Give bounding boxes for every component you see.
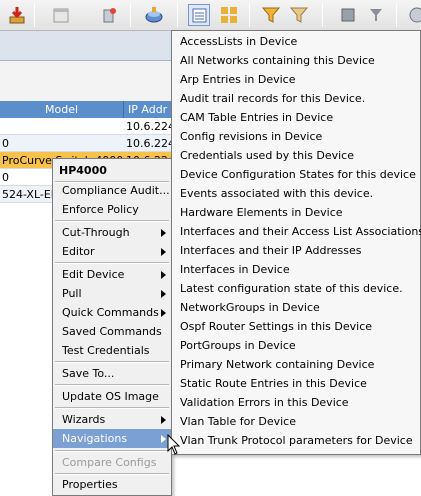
submenu-item[interactable]: CAM Table Entries in Device [172,108,420,127]
menu-item-pull[interactable]: Pull [53,284,171,303]
list-view-icon[interactable] [188,4,210,26]
submenu-item[interactable]: Vlan Table for Device [172,412,420,431]
chevron-right-icon [161,416,166,424]
submenu-item[interactable]: NetworkGroups in Device [172,298,420,317]
menu-item-enforce-policy[interactable]: Enforce Policy [53,200,171,219]
submenu-item[interactable]: Interfaces and their Access List Associa… [172,222,421,241]
submenu-item[interactable]: Events associated with this device. [172,184,420,203]
globe-icon[interactable] [405,4,421,26]
menu-item-update-os-image[interactable]: Update OS Image [53,387,171,406]
menu-separator [55,361,169,363]
submenu-item[interactable]: PortGroups in Device [172,336,420,355]
menu-separator [55,220,169,222]
submenu-item[interactable]: Static Route Entries in this Device [172,374,420,393]
calendar-icon[interactable] [50,4,72,26]
submenu-item[interactable]: Credentials used by this Device [172,146,420,165]
filter-clear-icon[interactable] [288,4,310,26]
chevron-right-icon [161,309,166,317]
submenu-item[interactable]: Audit trail records for this Device. [172,89,420,108]
menu-separator [55,450,169,452]
panel-header [0,31,175,61]
device-add-icon[interactable] [98,4,120,26]
column-header-model[interactable]: Model [0,101,124,118]
menu-item-saved-commands[interactable]: Saved Commands [53,322,171,341]
column-header-ip[interactable]: IP Addr [124,101,175,118]
panel-body [0,61,175,101]
table-cell-ip[interactable]: 10.6.224. [124,118,175,135]
mouse-pointer-icon [167,434,181,455]
toolbar [0,0,421,31]
grid-view-icon[interactable] [218,4,240,26]
submenu-item[interactable]: Ospf Router Settings in this Device [172,317,420,336]
network-icon[interactable] [143,4,165,26]
chevron-right-icon [161,229,166,237]
menu-item-compliance-audit[interactable]: Compliance Audit... [53,181,171,200]
table-cell-model[interactable]: 0 [0,135,124,152]
menu-separator [55,407,169,409]
submenu-item[interactable]: Interfaces and their IP Addresses [172,241,420,260]
menu-separator [55,384,169,386]
menu-item-navigations[interactable]: Navigations [53,429,171,448]
menu-item-quick-commands[interactable]: Quick Commands [53,303,171,322]
submenu-item[interactable]: Config revisions in Device [172,127,420,146]
context-menu: HP4000 Compliance Audit... Enforce Polic… [52,158,172,496]
menu-item-properties[interactable]: Properties [53,475,171,494]
submenu-item[interactable]: Latest configuration state of this devic… [172,279,420,298]
navigations-submenu: AccessLists in Device All Networks conta… [171,30,421,455]
context-menu-title: HP4000 [59,164,107,177]
table-cell-model[interactable] [0,118,124,135]
submenu-item[interactable]: Hardware Elements in Device [172,203,420,222]
filter-icon[interactable] [260,4,282,26]
submenu-item[interactable]: Device Configuration States for this dev… [172,165,420,184]
chevron-right-icon [161,290,166,298]
chevron-right-icon [161,248,166,256]
tree-filter-icon[interactable] [365,4,387,26]
submenu-item[interactable]: AccessLists in Device [172,32,420,51]
menu-item-compare-configs: Compare Configs [62,456,157,469]
menu-separator [55,262,169,264]
menu-item-editor[interactable]: Editor [53,242,171,261]
panel-icon[interactable] [337,4,359,26]
submenu-item[interactable]: Vlan Trunk Protocol parameters for Devic… [172,431,420,450]
submenu-item[interactable]: Primary Network containing Device [172,355,420,374]
menu-item-edit-device[interactable]: Edit Device [53,265,171,284]
submenu-item[interactable]: All Networks containing this Device [172,51,420,70]
download-icon[interactable] [6,4,28,26]
menu-item-save-to[interactable]: Save To... [53,364,171,383]
chevron-right-icon [161,435,166,443]
menu-item-test-credentials[interactable]: Test Credentials [53,341,171,360]
menu-item-cut-through[interactable]: Cut-Through [53,223,171,242]
menu-item-wizards[interactable]: Wizards [53,410,171,429]
submenu-item[interactable]: Arp Entries in Device [172,70,420,89]
table-cell-ip[interactable]: 10.6.224. [124,135,175,152]
submenu-item[interactable]: Interfaces in Device [172,260,420,279]
chevron-right-icon [161,271,166,279]
submenu-item[interactable]: Validation Errors in this Device [172,393,420,412]
